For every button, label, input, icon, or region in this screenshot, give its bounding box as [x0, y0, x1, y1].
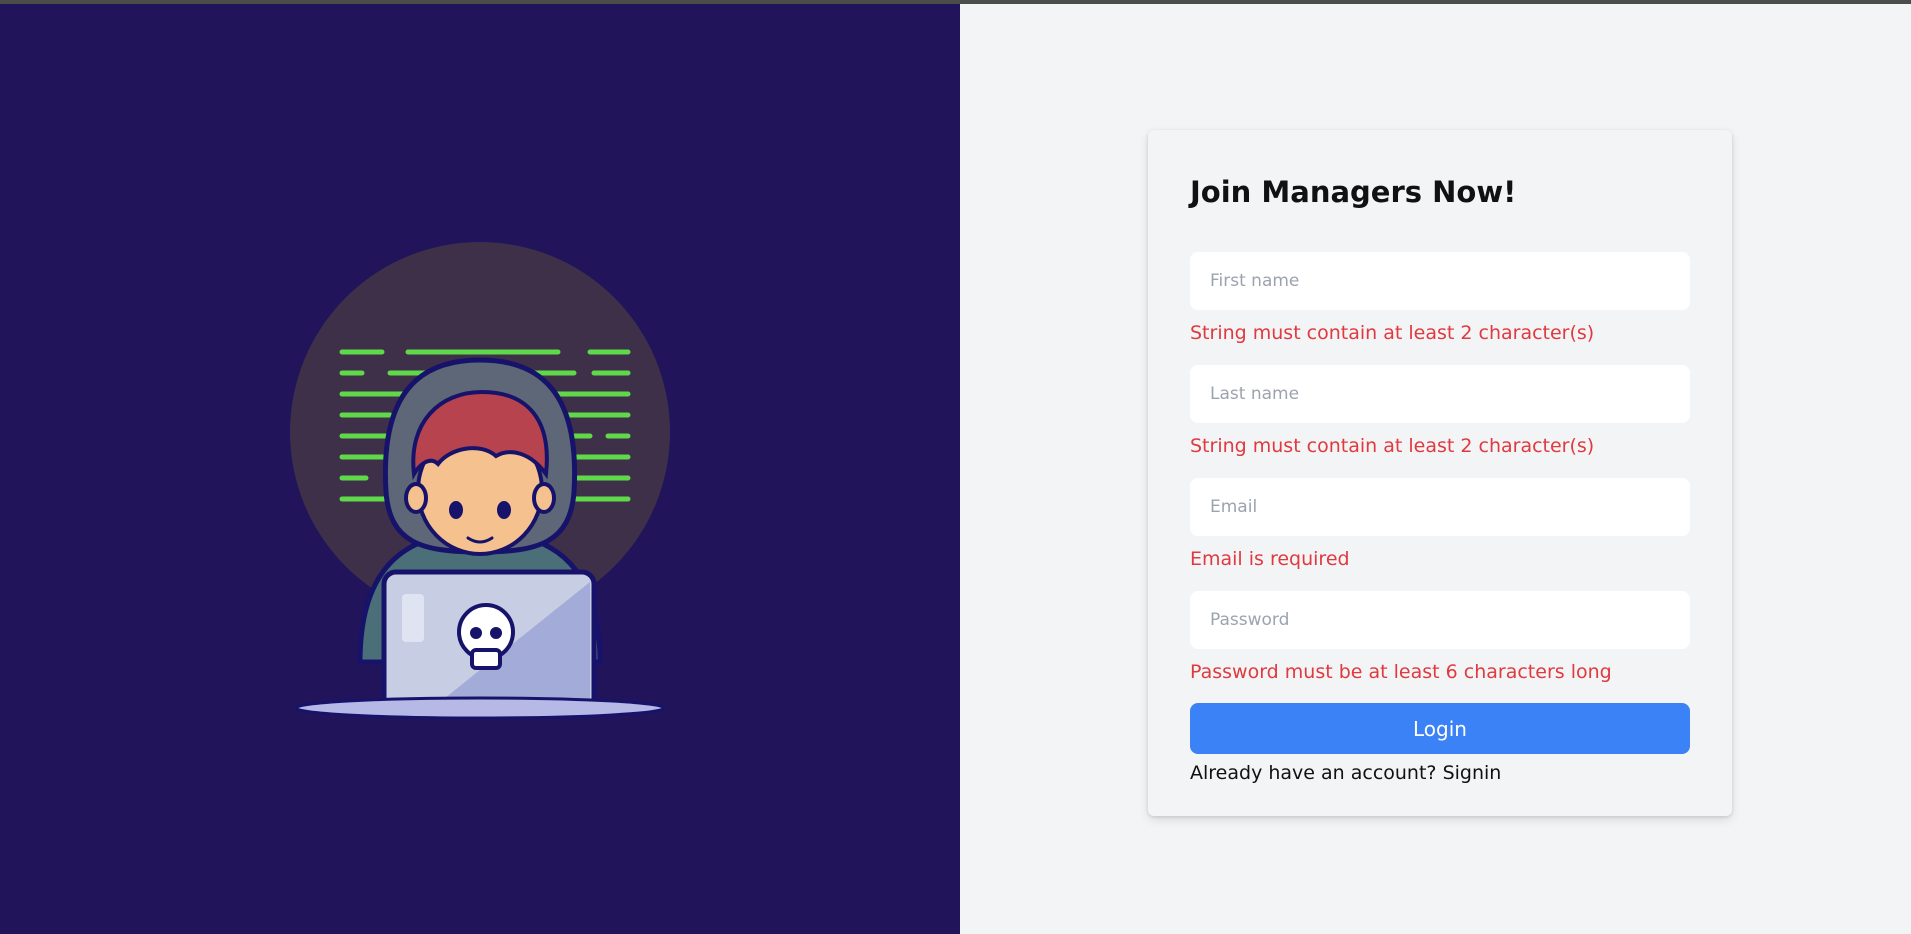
email-input[interactable] [1190, 478, 1690, 536]
signin-link[interactable]: Signin [1443, 762, 1502, 784]
last-name-error: String must contain at least 2 character… [1190, 435, 1595, 457]
password-input[interactable] [1190, 591, 1690, 649]
signup-card: Join Managers Now! String must contain a… [1148, 130, 1732, 816]
signup-form: String must contain at least 2 character… [1190, 252, 1690, 785]
signin-prompt-text: Already have an account? [1190, 762, 1437, 784]
password-error: Password must be at least 6 characters l… [1190, 661, 1612, 683]
first-name-input[interactable] [1190, 252, 1690, 310]
login-button[interactable]: Login [1190, 703, 1690, 754]
right-form-panel: Join Managers Now! String must contain a… [960, 4, 1911, 934]
hacker-with-laptop-illustration [290, 242, 670, 720]
first-name-error: String must contain at least 2 character… [1190, 322, 1595, 344]
signin-prompt-row: Already have an account? Signin [1190, 761, 1690, 785]
last-name-input[interactable] [1190, 365, 1690, 423]
left-illustration-panel [0, 4, 960, 934]
email-error: Email is required [1190, 548, 1350, 570]
form-title: Join Managers Now! [1190, 175, 1517, 209]
